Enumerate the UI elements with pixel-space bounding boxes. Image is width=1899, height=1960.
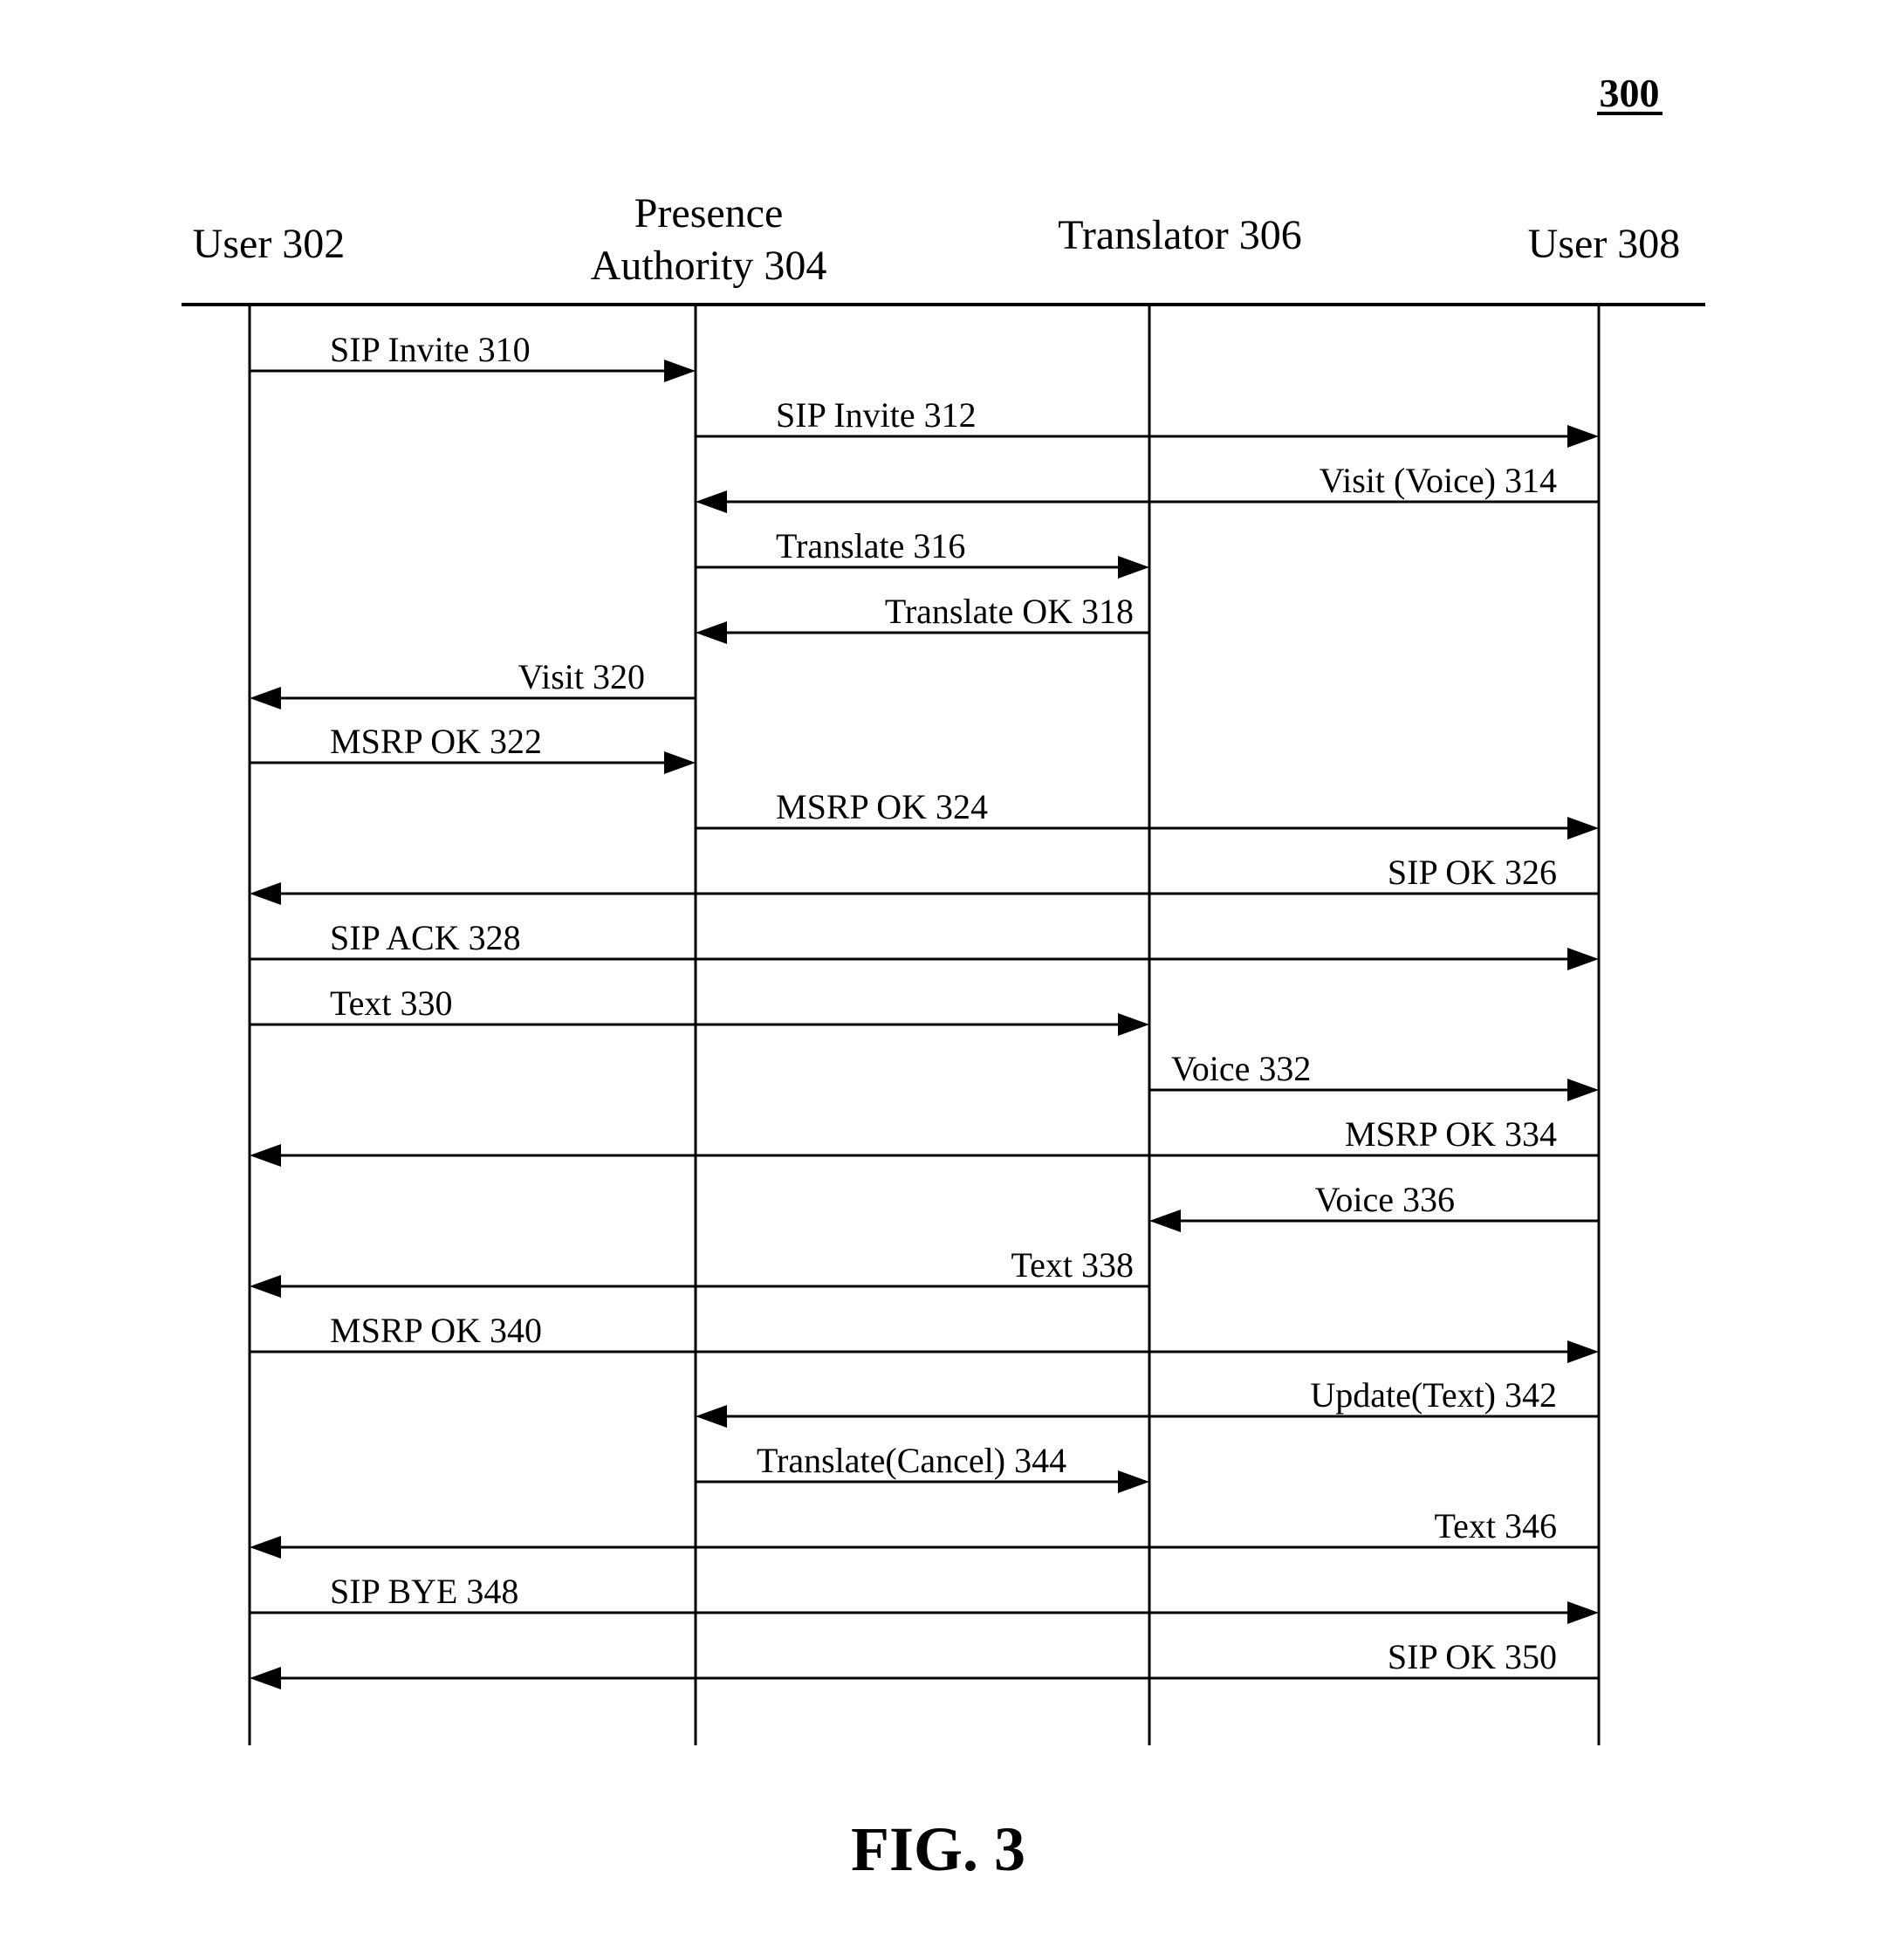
arrowhead-right-icon [1567,948,1599,970]
arrowhead-right-icon [1567,817,1599,840]
participant-label-user308: User 308 [1528,221,1681,267]
arrowhead-right-icon [664,360,696,382]
arrowhead-left-icon [250,1536,281,1559]
message-label: Visit 320 [518,657,645,696]
message-label: Text 346 [1434,1506,1557,1545]
message-arrow: MSRP OK 340 [250,1311,1599,1363]
message-label: MSRP OK 324 [776,787,988,826]
message-arrow: Voice 332 [1149,1049,1599,1101]
arrowhead-left-icon [250,687,281,709]
message-label: Text 330 [330,983,453,1023]
message-arrow: Text 338 [250,1245,1149,1298]
arrowhead-right-icon [1118,1013,1149,1036]
figure-caption: FIG. 3 [851,1814,1025,1884]
arrowhead-left-icon [696,1405,727,1428]
sequence-diagram: 300 User 302 Presence Authority 304 Transla… [182,71,1705,1884]
message-label: SIP OK 326 [1388,853,1557,892]
message-label: SIP ACK 328 [330,918,521,957]
message-label: Voice 336 [1315,1180,1455,1219]
message-label: Translate OK 318 [885,592,1134,631]
messages: SIP Invite 310 SIP Invite 312 Visit (Voice… [250,330,1599,1689]
message-arrow: SIP Invite 312 [696,395,1599,448]
message-arrow: Voice 336 [1149,1180,1599,1232]
arrowhead-left-icon [250,882,281,905]
message-arrow: Text 330 [250,983,1149,1036]
arrowhead-right-icon [1567,1079,1599,1101]
message-label: Translate 316 [776,526,965,565]
message-arrow: MSRP OK 334 [250,1114,1599,1167]
message-arrow: Translate OK 318 [696,592,1149,644]
message-arrow: SIP OK 326 [250,853,1599,905]
figure-reference-number: 300 [1600,71,1660,115]
message-arrow: MSRP OK 322 [250,722,696,774]
message-label: SIP Invite 312 [776,395,977,435]
arrowhead-left-icon [250,1667,281,1689]
message-label: MSRP OK 322 [330,722,542,761]
message-label: MSRP OK 340 [330,1311,542,1350]
message-arrow: MSRP OK 324 [696,787,1599,840]
message-label: SIP BYE 348 [330,1572,518,1611]
message-label: Voice 332 [1171,1049,1311,1088]
arrowhead-right-icon [1567,1340,1599,1363]
arrowhead-right-icon [1118,556,1149,579]
arrowhead-right-icon [1118,1470,1149,1493]
arrowhead-left-icon [696,490,727,513]
arrowhead-left-icon [696,621,727,644]
arrowhead-left-icon [250,1144,281,1167]
arrowhead-right-icon [664,751,696,774]
participant-label-pa304-line1: Presence [634,190,784,236]
arrowhead-right-icon [1567,425,1599,448]
arrowhead-left-icon [1149,1210,1181,1232]
participant-headers: User 302 Presence Authority 304 Translator … [193,190,1681,289]
message-arrow: Visit 320 [250,657,696,709]
message-arrow: SIP BYE 348 [250,1572,1599,1624]
message-label: SIP Invite 310 [330,330,531,369]
message-label: MSRP OK 334 [1345,1114,1557,1154]
message-arrow: Text 346 [250,1506,1599,1559]
message-label: Update(Text) 342 [1310,1375,1557,1415]
message-label: Visit (Voice) 314 [1320,461,1557,500]
message-label: SIP OK 350 [1388,1637,1557,1676]
arrowhead-right-icon [1567,1601,1599,1624]
participant-label-user302: User 302 [193,221,346,267]
message-arrow: Update(Text) 342 [696,1375,1599,1428]
message-arrow: Translate(Cancel) 344 [696,1441,1149,1493]
message-arrow: SIP ACK 328 [250,918,1599,970]
message-arrow: Visit (Voice) 314 [696,461,1599,513]
message-label: Text 338 [1011,1245,1134,1285]
participant-label-pa304-line2: Authority 304 [591,243,827,289]
arrowhead-left-icon [250,1275,281,1298]
participant-label-tr306: Translator 306 [1058,212,1302,258]
message-arrow: SIP Invite 310 [250,330,696,382]
message-label: Translate(Cancel) 344 [757,1441,1066,1480]
message-arrow: SIP OK 350 [250,1637,1599,1689]
message-arrow: Translate 316 [696,526,1149,579]
